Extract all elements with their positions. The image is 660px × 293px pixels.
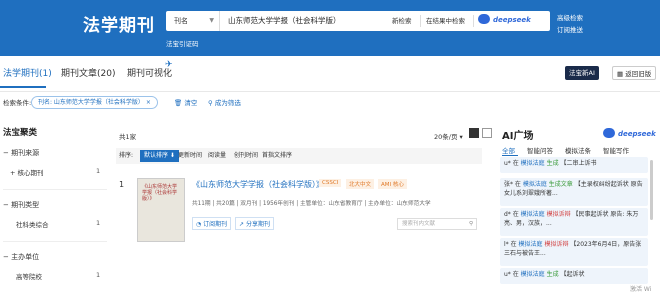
active-tab-underline [502,155,518,156]
cover-title: 《山东师范大学学报（社会科学版）》 [142,184,178,202]
ai-feed-card[interactable]: l* 在 模拟法庭 模拟诉辩 【2023年6月4日，原告张三石与被告王... [500,238,648,266]
search-field-select[interactable]: 刊名 ▼ [166,11,220,31]
chevron-down-icon: ▼ [209,17,214,24]
chevron-down-icon: ▾ [459,133,463,141]
sort-first-letter[interactable]: 首指文排序 [262,148,292,164]
ai-title: AI广场 [502,131,534,142]
cluster-sidebar: 法宝聚类 − 期刊来源 + 核心期刊 1 − 期刊类型 社科类综合 1 − 主办… [0,120,110,293]
filter-chip[interactable]: 刊名: 山东师范大学学报（社会科学版） × [31,96,158,109]
item-count: 1 [96,271,101,279]
ai-feed-card[interactable]: 张* 在 模拟法庭 生成文章 【主录权纠纷起诉状 原告女儿系刘翠娥所著... [500,178,648,206]
tag-cssci: CSSCI [319,179,342,187]
search-icon: ⚲ [468,221,473,227]
bell-icon: ◔ [196,221,202,228]
item-count: 1 [96,167,101,175]
search-bar: 刊名 ▼ 山东师范大学学报（社会科学版） 新检索 在结果中检索 deepseek [166,11,550,31]
pin-icon: ⚲ [208,99,213,107]
deepseek-logo: deepseek [603,128,656,138]
divider [473,15,474,27]
sort-founded[interactable]: 创刊时间 [234,148,258,164]
tag-pku: 北大中文 [346,179,375,189]
os-watermark: 激活 Wi [630,286,652,293]
back-to-old-button[interactable]: ▦ 返回旧版 [612,66,657,80]
grid-view-icon[interactable] [482,128,492,138]
clear-button[interactable]: 🗑 清空 [174,97,197,107]
plane-icon: ✈ [165,60,173,70]
ai-feed-card[interactable]: u* 在 模拟法庭 生成 【起诉状 [500,268,648,284]
divider [420,15,421,27]
journal-cover-image[interactable]: 《山东师范大学学报（社会科学版）》 [137,178,185,242]
ai-tab-qa[interactable]: 智能问答 [527,145,553,155]
share-journal-button[interactable]: ↗ 分享期刊 [235,217,274,230]
divider [3,189,107,190]
tab-journals[interactable]: 法学期刊(1) [3,66,52,79]
ai-plaza-panel: AI广场 deepseek 全部 智能问答 模拟法条 智能写作 u* 在 模拟法… [497,120,660,293]
journal-title-link[interactable]: 《山东师范大学学报（社会科学版）》 [192,179,324,190]
sort-bar: 排序: 默认排序 ⬇ 更新时间 阅读量 创刊时间 首指文排序 [116,148,482,164]
subscribe-link[interactable]: 订阅推送 [557,24,583,34]
ai-feed-card[interactable]: d* 在 模拟法庭 模拟诉辩 【民事起诉状 原告: 朱万亮、男，汉族，... [500,208,648,236]
per-page-select[interactable]: 20条/页 ▾ [434,131,463,141]
item-count: 1 [96,219,101,227]
scrollbar[interactable] [650,160,653,220]
share-icon: ↗ [239,221,245,228]
ai-tab-law[interactable]: 模拟法条 [565,145,591,155]
ai-tab-writing[interactable]: 智能写作 [603,145,629,155]
site-logo[interactable]: 法学期刊 [83,11,155,36]
ai-feed-card[interactable]: u* 在 模拟法庭 生成 【二审上诉书 [500,157,648,173]
close-icon[interactable]: × [146,99,151,106]
ai-tab-all[interactable]: 全部 [502,145,515,155]
sort-label: 排序: [119,152,134,159]
journal-meta: 共11期 | 共20篇 | 双月刊 | 1956年创刊 | 主管单位：山东省教育… [192,201,431,207]
group-sponsor[interactable]: − 主办单位 [3,252,39,262]
fabao-ai-button[interactable]: 法宝新AI [565,66,599,80]
new-search-button[interactable]: 新检索 [392,11,412,31]
sort-views[interactable]: 阅读量 [208,148,226,164]
result-index: 1 [119,180,125,189]
search-input[interactable]: 山东师范大学学报（社会科学版） [228,11,341,31]
top-header: 法学期刊 刊名 ▼ 山东师范大学学报（社会科学版） 新检索 在结果中检索 deep… [0,0,660,56]
group-source[interactable]: − 期刊来源 [3,148,39,158]
filter-bar: 检索条件: 刊名: 山东师范大学学报（社会科学版） × 🗑 清空 ⚲ 成为筛选 [0,94,660,114]
sort-default[interactable]: 默认排序 ⬇ [140,150,179,162]
sidebar-item-university[interactable]: 高等院校 [16,271,42,281]
whale-icon [478,14,490,24]
citation-code-link[interactable]: 法宝引证码 [166,38,199,48]
sort-updated[interactable]: 更新时间 [178,148,202,164]
advanced-search-link[interactable]: 高级检索 [557,12,583,22]
journal-search-input[interactable]: 搜索刊内文献 ⚲ [397,218,477,230]
total-count: 共1家 [119,133,137,141]
sidebar-title: 法宝聚类 [3,128,38,138]
active-tab-underline [0,86,46,88]
filter-label: 检索条件: [3,99,32,107]
sidebar-item-social[interactable]: 社科类综合 [16,219,49,229]
trash-icon: 🗑 [174,99,183,107]
tab-bar: 法学期刊(1) 期刊文章(20) 期刊可视化 ✈ 法宝新AI ▦ 返回旧版 [0,56,660,92]
tag-ami: AMI 核心 [378,179,407,189]
whale-icon [603,128,615,138]
save-filter-button[interactable]: ⚲ 成为筛选 [208,97,241,107]
group-type[interactable]: − 期刊类型 [3,200,39,210]
search-in-results-button[interactable]: 在结果中检索 [426,11,465,31]
list-view-icon[interactable] [469,128,479,138]
sidebar-item-core[interactable]: + 核心期刊 [10,167,44,177]
divider [3,241,107,242]
subscribe-journal-button[interactable]: ◔ 订阅期刊 [192,217,232,230]
tab-articles[interactable]: 期刊文章(20) [61,66,115,79]
grid-icon: ▦ [617,70,626,78]
deepseek-button[interactable]: deepseek [478,14,531,24]
